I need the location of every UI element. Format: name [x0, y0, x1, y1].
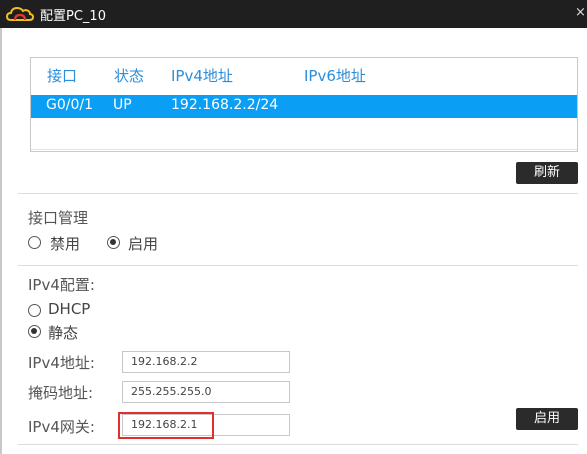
enable-label: 启用 [128, 235, 159, 253]
interface-table: 接口 状态 IPv4地址 IPv6地址 G0/0/1 UP 192.168.2.… [30, 57, 578, 152]
mask-address-label: 掩码地址: [28, 384, 94, 402]
ipv4-gateway-label: IPv4网关: [28, 418, 95, 436]
refresh-button[interactable]: 刷新 [516, 162, 578, 184]
cell-interface: G0/0/1 [46, 97, 94, 113]
disable-radio[interactable] [28, 236, 41, 249]
apply-button[interactable]: 启用 [516, 408, 578, 430]
disable-label: 禁用 [50, 235, 81, 253]
table-row[interactable]: G0/0/1 UP 192.168.2.2/24 [31, 95, 577, 118]
dhcp-radio[interactable] [28, 304, 41, 317]
ipv4-config-title: IPv4配置: [28, 276, 95, 294]
divider [18, 444, 578, 445]
dhcp-label: DHCP [48, 300, 91, 318]
static-option: 静态 [28, 322, 148, 342]
column-header-ipv4: IPv4地址 [171, 67, 233, 85]
static-radio[interactable] [28, 325, 41, 338]
ipv4-address-input[interactable]: 192.168.2.2 [122, 351, 290, 373]
enable-radio[interactable] [107, 236, 120, 249]
table-header: 接口 状态 IPv4地址 IPv6地址 [31, 58, 577, 94]
table-row-divider [31, 149, 577, 150]
window-titlebar: 配置PC_10 × [0, 0, 587, 28]
cloud-icon [6, 6, 34, 21]
window-left-border [0, 28, 2, 454]
column-header-ipv6: IPv6地址 [304, 67, 366, 85]
cell-ipv4: 192.168.2.2/24 [171, 97, 279, 113]
static-label: 静态 [48, 324, 79, 342]
dhcp-option: DHCP [28, 300, 148, 320]
interface-management-title: 接口管理 [28, 209, 89, 227]
cell-status: UP [113, 97, 132, 113]
divider [18, 265, 578, 266]
divider [18, 193, 578, 194]
ipv4-address-label: IPv4地址: [28, 354, 95, 372]
close-icon[interactable]: × [575, 5, 585, 21]
window-title: 配置PC_10 [40, 9, 106, 24]
gateway-highlight-box [118, 412, 214, 439]
interface-management-options: 禁用 启用 [28, 233, 188, 253]
mask-address-input[interactable]: 255.255.255.0 [122, 381, 290, 403]
column-header-status: 状态 [114, 67, 145, 85]
column-header-interface: 接口 [47, 67, 78, 85]
